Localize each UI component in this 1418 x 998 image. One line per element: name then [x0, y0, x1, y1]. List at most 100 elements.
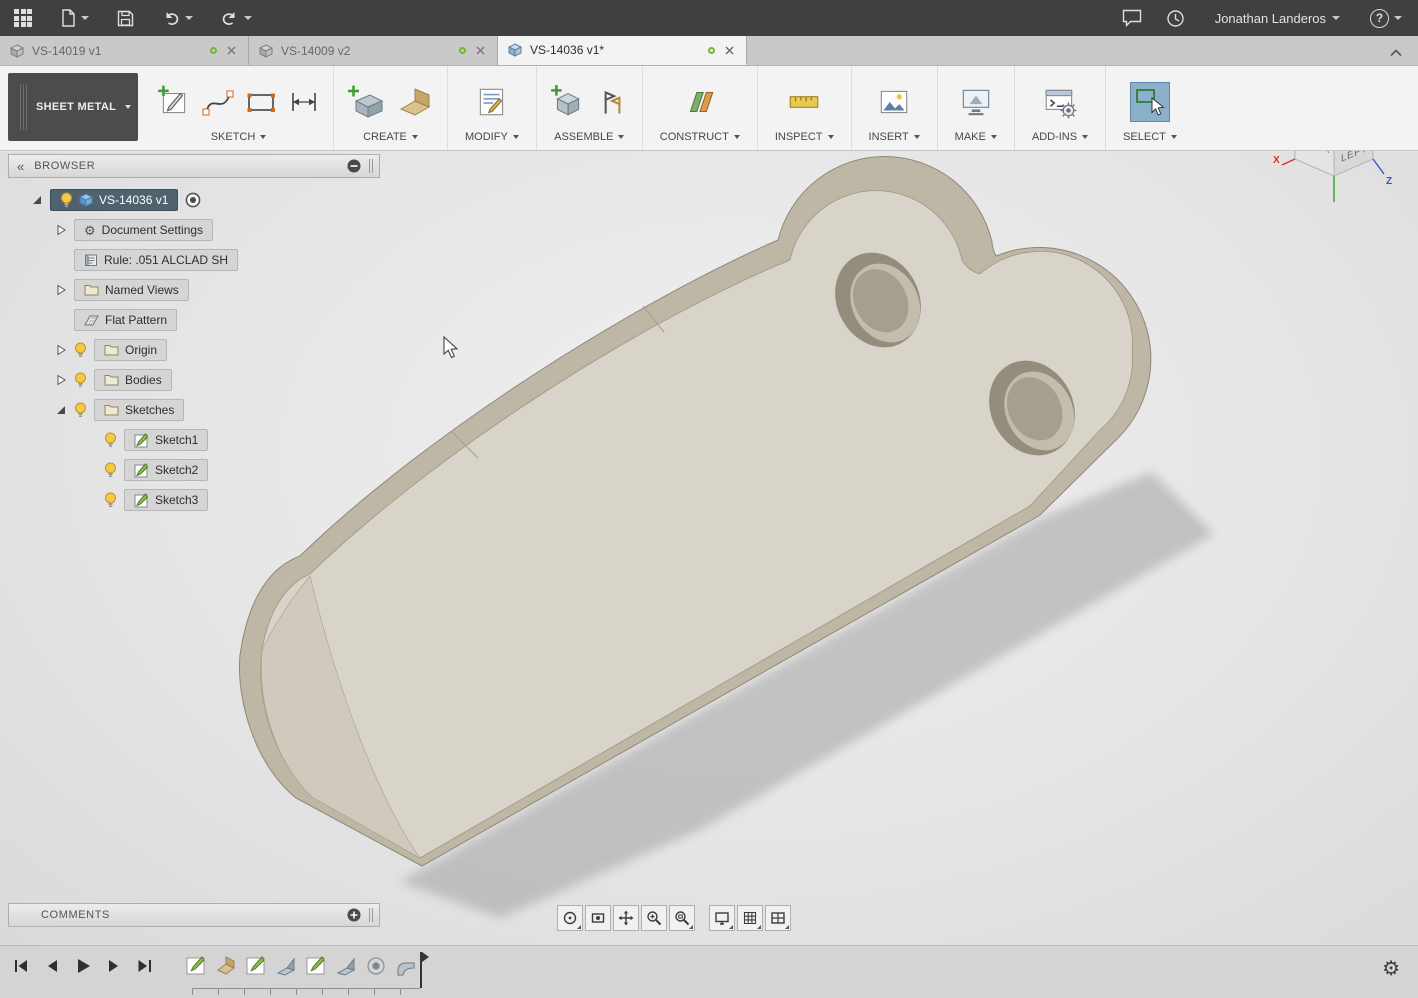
origin-folder-item[interactable]: Origin	[94, 339, 167, 361]
orbit-button[interactable]	[557, 905, 583, 931]
document-settings-item[interactable]: ⚙ Document Settings	[74, 219, 213, 241]
feature-sketch-icon[interactable]	[303, 953, 328, 979]
sketch-menu-button[interactable]: SKETCH	[205, 130, 273, 144]
display-settings-button[interactable]	[709, 905, 735, 931]
apps-grid-button[interactable]	[14, 9, 32, 27]
tree-row-sketch3[interactable]: Sketch3	[8, 485, 380, 515]
feature-sketch-icon[interactable]	[183, 953, 208, 979]
timeline-ruler[interactable]	[192, 988, 420, 995]
sketches-folder-item[interactable]: Sketches	[94, 399, 184, 421]
tab-close-button[interactable]	[474, 44, 487, 57]
create-sketch-button[interactable]	[155, 83, 193, 121]
add-comment-button[interactable]	[347, 908, 361, 922]
look-at-button[interactable]	[585, 905, 611, 931]
redo-button[interactable]	[221, 10, 252, 26]
expand-collapse-icon[interactable]	[30, 194, 43, 206]
modify-rules-button[interactable]	[473, 83, 511, 121]
feedback-button[interactable]	[1122, 9, 1142, 27]
sheet-metal-rule-item[interactable]: Rule: .051 ALCLAD SH	[74, 249, 238, 271]
user-account-menu[interactable]: Jonathan Landeros	[1209, 10, 1346, 27]
component-activate-radio[interactable]	[185, 192, 201, 208]
root-component-item[interactable]: VS-14036 v1	[50, 189, 178, 211]
expand-collapse-icon[interactable]	[54, 224, 67, 236]
tree-row-sketch1[interactable]: Sketch1	[8, 425, 380, 455]
help-menu-button[interactable]: ?	[1370, 9, 1402, 28]
inspect-menu-button[interactable]: INSPECT	[769, 130, 840, 144]
spline-tool-button[interactable]	[200, 84, 236, 120]
expand-collapse-icon[interactable]	[54, 404, 67, 416]
workspace-switcher-button[interactable]: SHEET METAL	[8, 73, 138, 141]
panel-grip[interactable]	[369, 159, 373, 173]
rectangle-tool-button[interactable]	[243, 84, 279, 120]
tree-row-flat-pattern[interactable]: Flat Pattern	[8, 305, 380, 335]
select-tool-button[interactable]	[1129, 81, 1171, 123]
construction-plane-button[interactable]	[681, 83, 719, 121]
insert-menu-button[interactable]: INSERT	[863, 130, 926, 144]
tree-row-sketch2[interactable]: Sketch2	[8, 455, 380, 485]
scripts-addins-button[interactable]	[1041, 83, 1079, 121]
insert-canvas-button[interactable]	[875, 83, 913, 121]
bodies-folder-item[interactable]: Bodies	[94, 369, 172, 391]
tree-row-bodies[interactable]: Bodies	[8, 365, 380, 395]
bulb-icon[interactable]	[74, 342, 87, 358]
make-menu-button[interactable]: MAKE	[949, 130, 1003, 144]
measure-tool-button[interactable]	[785, 83, 823, 121]
zoom-button[interactable]	[641, 905, 667, 931]
go-to-start-button[interactable]	[10, 955, 32, 977]
tree-row-sketches[interactable]: Sketches	[8, 395, 380, 425]
go-to-end-button[interactable]	[134, 955, 156, 977]
undo-button[interactable]	[162, 10, 193, 26]
expand-collapse-icon[interactable]	[54, 344, 67, 356]
comments-header[interactable]: COMMENTS	[8, 903, 380, 927]
tab-close-button[interactable]	[723, 44, 736, 57]
step-forward-button[interactable]	[103, 955, 125, 977]
bend-tool-button[interactable]	[394, 83, 436, 121]
bulb-icon[interactable]	[74, 372, 87, 388]
tree-row-root[interactable]: VS-14036 v1	[8, 185, 380, 215]
play-button[interactable]	[72, 955, 94, 977]
expand-collapse-icon[interactable]	[54, 374, 67, 386]
viewports-button[interactable]	[765, 905, 791, 931]
tree-row-origin[interactable]: Origin	[8, 335, 380, 365]
flat-pattern-item[interactable]: Flat Pattern	[74, 309, 177, 331]
feature-hole-icon[interactable]	[363, 953, 388, 979]
sketch3-item[interactable]: Sketch3	[124, 489, 208, 511]
tree-row-document-settings[interactable]: ⚙ Document Settings	[8, 215, 380, 245]
tab-vs14019[interactable]: VS-14019 v1	[0, 36, 249, 65]
construct-menu-button[interactable]: CONSTRUCT	[654, 130, 746, 144]
tab-vs14036-active[interactable]: VS-14036 v1*	[498, 36, 747, 65]
addins-menu-button[interactable]: ADD-INS	[1026, 130, 1094, 144]
save-button[interactable]	[117, 10, 134, 27]
bulb-icon[interactable]	[104, 432, 117, 448]
tree-row-rule[interactable]: Rule: .051 ALCLAD SH	[8, 245, 380, 275]
joint-tool-button[interactable]	[593, 83, 631, 121]
expand-collapse-icon[interactable]	[54, 284, 67, 296]
file-menu-button[interactable]	[60, 9, 89, 27]
select-menu-button[interactable]: SELECT	[1117, 130, 1183, 144]
dimension-tool-button[interactable]	[286, 84, 322, 120]
bulb-icon[interactable]	[74, 402, 87, 418]
make-button[interactable]	[957, 83, 995, 121]
pan-button[interactable]	[613, 905, 639, 931]
bulb-icon[interactable]	[104, 462, 117, 478]
feature-flange-icon[interactable]	[213, 953, 238, 979]
timeline-settings-gear[interactable]: ⚙	[1376, 958, 1406, 980]
modify-menu-button[interactable]: MODIFY	[459, 130, 525, 144]
feature-bend-icon[interactable]	[273, 953, 298, 979]
new-component-button[interactable]	[548, 83, 586, 121]
bulb-icon[interactable]	[104, 492, 117, 508]
feature-bend-icon[interactable]	[333, 953, 358, 979]
panel-grip[interactable]	[369, 908, 373, 922]
new-flange-button[interactable]	[345, 83, 387, 121]
collapse-toolbar-button[interactable]	[1384, 44, 1408, 61]
tree-row-named-views[interactable]: Named Views	[8, 275, 380, 305]
feature-sketch-icon[interactable]	[243, 953, 268, 979]
browser-collapse-button[interactable]: «	[15, 160, 26, 173]
sketch2-item[interactable]: Sketch2	[124, 459, 208, 481]
named-views-item[interactable]: Named Views	[74, 279, 189, 301]
job-status-button[interactable]	[1166, 9, 1185, 28]
assemble-menu-button[interactable]: ASSEMBLE	[548, 130, 630, 144]
browser-minimize-button[interactable]	[347, 159, 361, 173]
fit-button[interactable]	[669, 905, 695, 931]
step-back-button[interactable]	[41, 955, 63, 977]
